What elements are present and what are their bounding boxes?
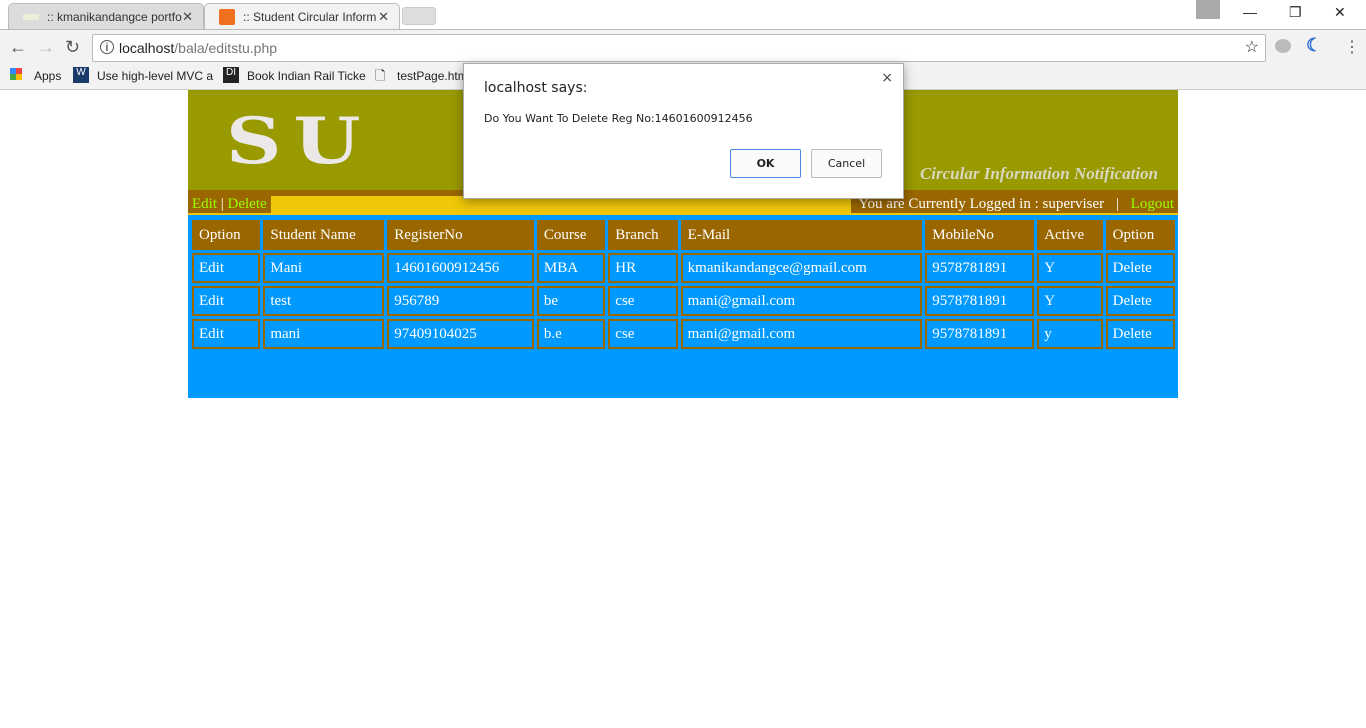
col-email: E-Mail <box>680 220 923 250</box>
cell-course: MBA <box>536 253 606 283</box>
url-host: localhost <box>119 40 175 56</box>
reload-icon[interactable]: ↻ <box>65 37 80 58</box>
col-student-name: Student Name <box>263 220 385 250</box>
cell-email: mani@gmail.com <box>680 286 923 316</box>
cell-student-name: test <box>263 286 385 316</box>
menu-delete-link[interactable]: Delete <box>228 196 267 212</box>
minimize-icon[interactable]: — <box>1243 4 1257 20</box>
cell-register-no: 97409104025 <box>387 319 534 349</box>
table-row: Edit mani 97409104025 b.e cse mani@gmail.com 9… <box>192 319 1175 349</box>
apps-icon <box>10 68 22 80</box>
jw-icon: W <box>73 67 89 83</box>
content-area: Option Student Name RegisterNo Course Br… <box>188 215 1178 398</box>
col-mobile: MobileNo <box>925 220 1035 250</box>
cell-student-name: Mani <box>263 253 385 283</box>
dialog-close-icon[interactable]: × <box>881 70 893 86</box>
back-icon[interactable]: ← <box>9 37 27 58</box>
forward-icon[interactable]: → <box>37 37 55 58</box>
tab-label: :: Student Circular Inform <box>243 10 377 24</box>
tab-portfolio[interactable]: :: kmanikandangce portfo ✕ <box>8 3 204 29</box>
window-close-icon[interactable]: ✕ <box>1334 4 1346 21</box>
confirm-dialog: localhost says: × Do You Want To Delete … <box>463 63 904 199</box>
menu-icon[interactable]: ⋮ <box>1344 37 1360 57</box>
cell-email: kmanikandangce@gmail.com <box>680 253 923 283</box>
bookmark-mvc[interactable]: Use high-level MVC a <box>97 69 213 83</box>
cell-mobile-no: 9578781891 <box>925 253 1035 283</box>
cell-active: Y <box>1037 286 1103 316</box>
jquery-extension-icon[interactable]: ☾ <box>1306 35 1322 56</box>
di-icon: DI <box>223 67 239 83</box>
url-path: /bala/editstu.php <box>174 40 278 56</box>
table-row: Edit test 956789 be cse mani@gmail.com 9578781… <box>192 286 1175 316</box>
cell-mobile-no: 9578781891 <box>925 319 1035 349</box>
dialog-title: localhost says: <box>484 80 588 96</box>
profile-icon[interactable] <box>1196 0 1220 19</box>
site-favicon-icon <box>23 14 39 20</box>
browser-toolbar: ← → ↻ i localhost/bala/editstu.php ☆ ☾ ⋮ <box>0 29 1366 64</box>
restore-icon[interactable]: ❐ <box>1289 4 1302 21</box>
cell-register-no: 956789 <box>387 286 534 316</box>
col-option-delete: Option <box>1105 220 1175 250</box>
cell-branch: HR <box>608 253 678 283</box>
cell-student-name: mani <box>263 319 385 349</box>
cell-register-no: 14601600912456 <box>387 253 534 283</box>
site-logo: SU <box>226 104 373 179</box>
cell-email: mani@gmail.com <box>680 319 923 349</box>
menu-separator: | <box>220 196 224 212</box>
close-tab-icon[interactable]: ✕ <box>378 9 389 25</box>
cell-active: y <box>1037 319 1103 349</box>
col-active: Active <box>1037 220 1103 250</box>
page-icon: 🗋 <box>375 68 386 83</box>
menu-edit-link[interactable]: Edit <box>192 196 217 212</box>
bookmark-testpage[interactable]: testPage.htm <box>397 69 468 83</box>
close-tab-icon[interactable]: ✕ <box>182 9 193 25</box>
cell-mobile-no: 9578781891 <box>925 286 1035 316</box>
col-branch: Branch <box>608 220 678 250</box>
bookmark-rail[interactable]: Book Indian Rail Ticke <box>247 69 366 83</box>
edit-delete-menu: Edit | Delete <box>188 196 271 213</box>
col-option: Option <box>192 220 261 250</box>
cell-delete-link[interactable]: Delete <box>1105 253 1175 283</box>
cell-delete-link[interactable]: Delete <box>1105 319 1175 349</box>
ok-button[interactable]: OK <box>730 149 801 178</box>
cell-course: be <box>536 286 606 316</box>
xampp-favicon-icon <box>219 9 235 25</box>
cell-edit-link[interactable]: Edit <box>192 253 261 283</box>
cancel-button[interactable]: Cancel <box>811 149 882 178</box>
tab-student-circular[interactable]: :: Student Circular Inform ✕ <box>204 3 400 29</box>
col-course: Course <box>536 220 606 250</box>
dialog-message: Do You Want To Delete Reg No:14601600912… <box>484 112 753 125</box>
cell-edit-link[interactable]: Edit <box>192 286 261 316</box>
address-bar[interactable]: i localhost/bala/editstu.php ☆ <box>92 34 1266 62</box>
menu-separator: | <box>1115 196 1119 212</box>
table-header-row: Option Student Name RegisterNo Course Br… <box>192 220 1175 250</box>
cell-course: b.e <box>536 319 606 349</box>
bookmark-apps[interactable]: Apps <box>34 69 61 83</box>
cell-branch: cse <box>608 319 678 349</box>
extension-icon[interactable] <box>1275 39 1291 53</box>
cell-delete-link[interactable]: Delete <box>1105 286 1175 316</box>
tab-strip: :: kmanikandangce portfo ✕ :: Student Ci… <box>0 0 1366 29</box>
cell-edit-link[interactable]: Edit <box>192 319 261 349</box>
site-subtitle: Circular Information Notification <box>919 164 1158 183</box>
logout-link[interactable]: Logout <box>1131 196 1174 212</box>
tab-label: :: kmanikandangce portfo <box>47 10 182 24</box>
students-table: Option Student Name RegisterNo Course Br… <box>189 217 1178 352</box>
cell-active: Y <box>1037 253 1103 283</box>
col-register-no: RegisterNo <box>387 220 534 250</box>
table-row: Edit Mani 14601600912456 MBA HR kmanikandangc… <box>192 253 1175 283</box>
new-tab-button[interactable] <box>402 7 436 25</box>
cell-branch: cse <box>608 286 678 316</box>
info-icon[interactable]: i <box>100 40 114 54</box>
bookmark-star-icon[interactable]: ☆ <box>1245 37 1259 57</box>
